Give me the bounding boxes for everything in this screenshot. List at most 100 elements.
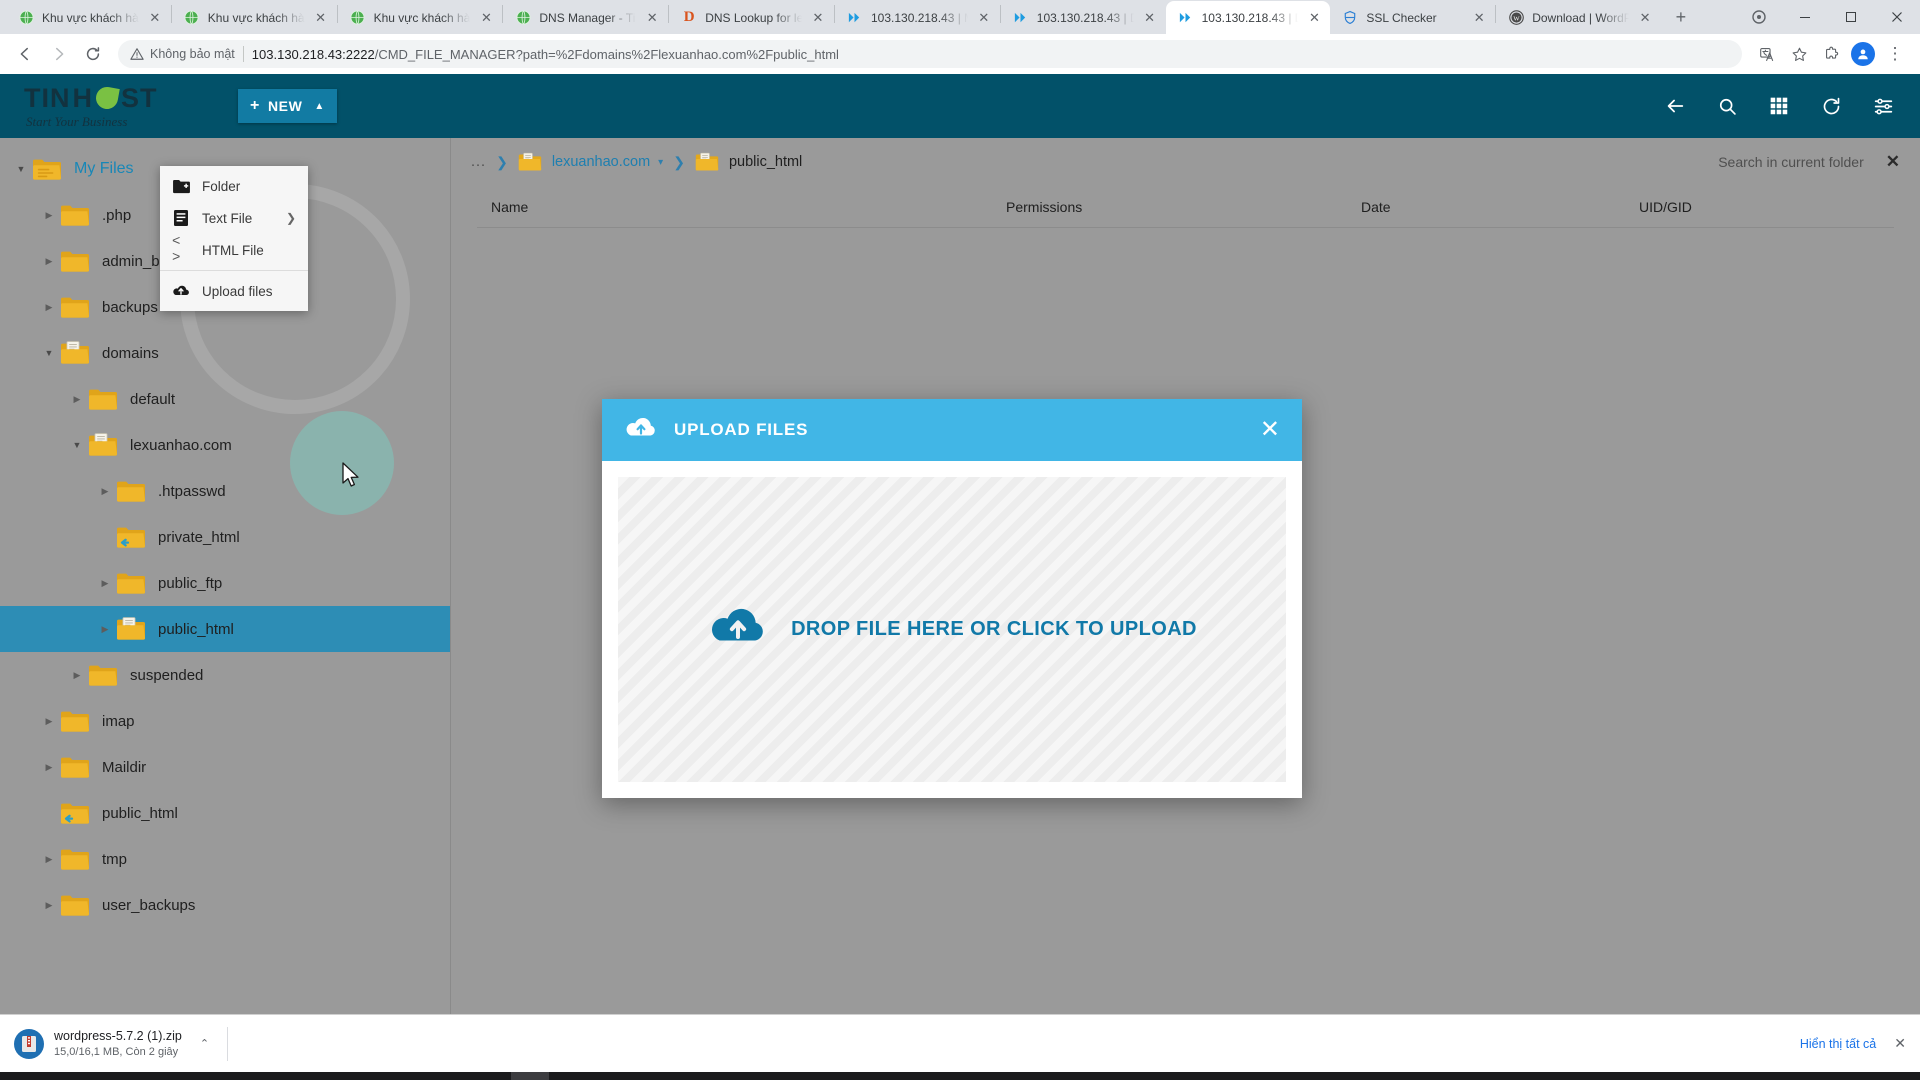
refresh-icon[interactable] bbox=[1818, 93, 1844, 119]
browser-tab-0[interactable]: Khu vực khách hàn ✕ bbox=[6, 1, 171, 34]
taskbar-edge-icon[interactable] bbox=[160, 1072, 198, 1080]
taskbar-chrome-icon[interactable] bbox=[238, 1072, 276, 1080]
taskbar-teamviewer-icon[interactable] bbox=[394, 1072, 432, 1080]
back-arrow-icon[interactable] bbox=[1662, 93, 1688, 119]
tree-item-tmp[interactable]: ▶ tmp bbox=[0, 836, 450, 882]
tree-item-public_ftp[interactable]: ▶ public_ftp bbox=[0, 560, 450, 606]
not-secure-indicator[interactable]: Không bảo mật bbox=[130, 47, 235, 61]
tree-item-private_html[interactable]: ▶private_html bbox=[0, 514, 450, 560]
taskbar-opera-icon[interactable] bbox=[433, 1072, 471, 1080]
tree-item-public_html[interactable]: ▶public_html bbox=[0, 606, 450, 652]
new-menu-item-folder[interactable]: Folder bbox=[160, 170, 308, 202]
collapse-toggle-icon[interactable]: ▼ bbox=[38, 348, 60, 358]
settings-sliders-icon[interactable] bbox=[1870, 93, 1896, 119]
tree-item-user_backups[interactable]: ▶ user_backups bbox=[0, 882, 450, 928]
chrome-menu-icon[interactable]: ⋮ bbox=[1880, 39, 1910, 69]
close-search-icon[interactable]: ✕ bbox=[1886, 153, 1900, 170]
expand-toggle-icon[interactable]: ▶ bbox=[38, 302, 60, 313]
expand-toggle-icon[interactable]: ▶ bbox=[38, 900, 60, 911]
collapse-toggle-icon[interactable]: ▼ bbox=[10, 164, 32, 174]
expand-toggle-icon[interactable]: ▶ bbox=[38, 210, 60, 221]
close-modal-button[interactable]: ✕ bbox=[1260, 418, 1280, 442]
translate-icon[interactable] bbox=[1752, 39, 1782, 69]
expand-toggle-icon[interactable]: ▶ bbox=[94, 578, 116, 589]
taskbar-adobe-icon[interactable] bbox=[901, 1072, 939, 1080]
new-menu-item-html-file[interactable]: < > HTML File bbox=[160, 234, 308, 266]
tree-item-suspended[interactable]: ▶ suspended bbox=[0, 652, 450, 698]
search-icon[interactable] bbox=[1714, 93, 1740, 119]
close-tab-icon[interactable]: ✕ bbox=[478, 10, 494, 26]
browser-tab-6[interactable]: 103.130.218.43 | Da ✕ bbox=[1001, 1, 1166, 34]
profile-avatar[interactable] bbox=[1848, 39, 1878, 69]
close-tab-icon[interactable]: ✕ bbox=[147, 10, 163, 26]
taskbar-zalo-icon[interactable] bbox=[316, 1072, 354, 1080]
browser-tab-9[interactable]: W Download | WordP ✕ bbox=[1496, 1, 1661, 34]
reload-icon[interactable] bbox=[78, 39, 108, 69]
expand-toggle-icon[interactable]: ▶ bbox=[66, 670, 88, 681]
column-header-uid-gid[interactable]: UID/GID bbox=[1625, 199, 1894, 215]
taskbar-chrome-active-icon[interactable] bbox=[511, 1072, 549, 1080]
taskbar-illustrator-icon[interactable] bbox=[667, 1072, 705, 1080]
taskbar-explorer-icon[interactable] bbox=[355, 1072, 393, 1080]
minimize-button[interactable] bbox=[1782, 1, 1828, 33]
start-icon[interactable] bbox=[4, 1072, 42, 1080]
address-bar[interactable]: Không bảo mật 103.130.218.43:2222/CMD_FI… bbox=[118, 40, 1742, 68]
breadcrumb-item-lexuanhao[interactable]: lexuanhao.com ▾ bbox=[518, 152, 663, 172]
collapse-toggle-icon[interactable]: ▼ bbox=[66, 440, 88, 450]
expand-toggle-icon[interactable]: ▶ bbox=[38, 716, 60, 727]
taskbar-telegram-icon[interactable] bbox=[199, 1072, 237, 1080]
browser-tab-5[interactable]: 103.130.218.43 | M ✕ bbox=[835, 1, 1000, 34]
extensions-puzzle-icon[interactable] bbox=[1816, 39, 1846, 69]
browser-tab-3[interactable]: DNS Manager - Tin ✕ bbox=[503, 1, 668, 34]
chevron-right-icon[interactable]: ❯ bbox=[286, 211, 296, 225]
taskbar-calc-icon[interactable] bbox=[862, 1072, 900, 1080]
close-tab-icon[interactable]: ✕ bbox=[313, 10, 329, 26]
tree-item-imap[interactable]: ▶ imap bbox=[0, 698, 450, 744]
close-tab-icon[interactable]: ✕ bbox=[810, 10, 826, 26]
taskbar-search-icon[interactable] bbox=[43, 1072, 81, 1080]
taskbar-opera-gx-icon[interactable] bbox=[550, 1072, 588, 1080]
column-header-name[interactable]: Name bbox=[477, 199, 992, 215]
taskbar-notepad-icon[interactable] bbox=[784, 1072, 822, 1080]
download-item[interactable]: wordpress-5.7.2 (1).zip 15,0/16,1 MB, Cò… bbox=[14, 1028, 227, 1060]
column-header-permissions[interactable]: Permissions bbox=[992, 199, 1347, 215]
back-icon[interactable] bbox=[10, 39, 40, 69]
chrome-extensions-alt-icon[interactable] bbox=[1736, 1, 1782, 33]
new-button[interactable]: + NEW ▲ bbox=[238, 89, 337, 123]
download-menu-caret-icon[interactable]: ⌃ bbox=[200, 1037, 209, 1050]
close-tab-icon[interactable]: ✕ bbox=[1637, 10, 1653, 26]
close-tab-icon[interactable]: ✕ bbox=[1471, 10, 1487, 26]
forward-icon[interactable] bbox=[44, 39, 74, 69]
taskbar-brave-icon[interactable] bbox=[277, 1072, 315, 1080]
close-tab-icon[interactable]: ✕ bbox=[976, 10, 992, 26]
taskbar-filezilla-icon[interactable] bbox=[745, 1072, 783, 1080]
new-tab-button[interactable]: + bbox=[1667, 3, 1695, 31]
browser-tab-2[interactable]: Khu vực khách hàn ✕ bbox=[338, 1, 503, 34]
close-tab-icon[interactable]: ✕ bbox=[1306, 10, 1322, 26]
close-window-button[interactable] bbox=[1874, 1, 1920, 33]
close-tab-icon[interactable]: ✕ bbox=[644, 10, 660, 26]
file-dropzone[interactable]: DROP FILE HERE OR CLICK TO UPLOAD bbox=[618, 477, 1286, 782]
search-input[interactable]: Search in current folder bbox=[1718, 154, 1864, 170]
expand-toggle-icon[interactable]: ▶ bbox=[38, 854, 60, 865]
taskbar-vivaldi-icon[interactable] bbox=[472, 1072, 510, 1080]
expand-toggle-icon[interactable]: ▶ bbox=[66, 394, 88, 405]
task-view-icon[interactable] bbox=[121, 1072, 159, 1080]
taskbar-lightroom-icon[interactable] bbox=[706, 1072, 744, 1080]
new-menu-item-upload-files[interactable]: Upload files bbox=[160, 275, 308, 307]
show-all-downloads-link[interactable]: Hiển thị tất cả bbox=[1800, 1037, 1876, 1051]
taskbar-sublime-icon[interactable] bbox=[823, 1072, 861, 1080]
cortana-icon[interactable] bbox=[82, 1072, 120, 1080]
maximize-button[interactable] bbox=[1828, 1, 1874, 33]
tree-item-public_html[interactable]: ▶public_html bbox=[0, 790, 450, 836]
bookmark-star-icon[interactable] bbox=[1784, 39, 1814, 69]
close-tab-icon[interactable]: ✕ bbox=[1142, 10, 1158, 26]
tree-item-Maildir[interactable]: ▶ Maildir bbox=[0, 744, 450, 790]
taskbar-word-icon[interactable] bbox=[589, 1072, 627, 1080]
expand-toggle-icon[interactable]: ▶ bbox=[38, 762, 60, 773]
apps-grid-icon[interactable] bbox=[1766, 93, 1792, 119]
chevron-down-icon[interactable]: ▾ bbox=[658, 157, 663, 168]
browser-tab-7[interactable]: 103.130.218.43 | Di ✕ bbox=[1165, 1, 1331, 34]
new-dropdown-menu[interactable]: Folder Text File ❯ < > HTML File Upload files bbox=[160, 166, 308, 311]
new-menu-item-text-file[interactable]: Text File ❯ bbox=[160, 202, 308, 234]
